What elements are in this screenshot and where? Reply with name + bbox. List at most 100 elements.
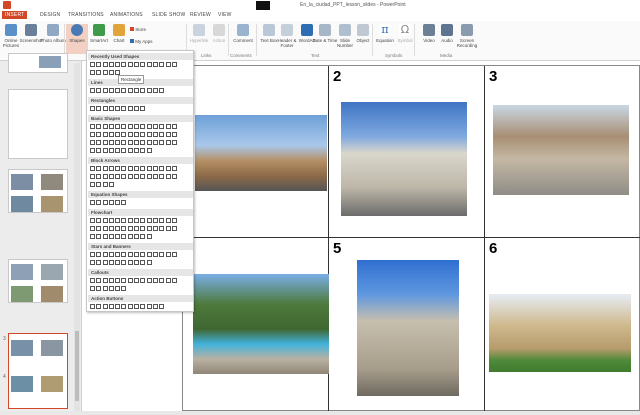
shape-row[interactable] [90, 148, 192, 155]
slide-thumbnail[interactable] [8, 53, 68, 73]
section-rectangles: Rectangles [88, 97, 193, 104]
group-separator [228, 24, 229, 56]
thumbnail-photo [11, 340, 33, 356]
store-icon [130, 27, 134, 31]
thumbnail-photo [41, 174, 63, 190]
object-button[interactable]: Object [352, 24, 374, 54]
text-box-icon [263, 24, 275, 36]
shape-row[interactable] [90, 252, 192, 259]
date-time-icon [319, 24, 331, 36]
thumbnail-photo [41, 264, 63, 280]
slide-thumbnail-panel[interactable]: 3 4 [0, 53, 82, 415]
thumbnail-photo [41, 196, 63, 212]
photo-church-tower[interactable] [357, 260, 459, 396]
action-button[interactable]: Action [208, 24, 230, 54]
speaker-icon [441, 24, 453, 36]
thumbnail-photo [41, 376, 63, 392]
my-apps-icon [130, 39, 134, 43]
cell-number: 3 [489, 68, 498, 85]
shape-row[interactable] [90, 260, 192, 267]
shape-row[interactable] [90, 218, 192, 225]
slide-cell: 2 [329, 66, 485, 238]
object-icon [357, 24, 369, 36]
group-label-media: Media [440, 53, 453, 58]
wordart-icon [301, 24, 313, 36]
slide-thumbnail[interactable] [8, 259, 68, 303]
slide-cell: 6 [485, 238, 640, 412]
photo-market-square[interactable] [493, 105, 629, 195]
shape-row[interactable] [90, 234, 192, 241]
symbol-button[interactable]: Ω Symbol [394, 24, 416, 54]
comment-icon [237, 24, 249, 36]
tab-review[interactable]: REVIEW [190, 12, 211, 18]
slide-cell: 5 [329, 238, 485, 412]
group-separator [414, 24, 415, 56]
thumbnail-photo [11, 174, 33, 190]
tab-design[interactable]: DESIGN [40, 12, 60, 18]
comment-button[interactable]: Comment [232, 24, 254, 54]
quick-access-toolbar[interactable] [256, 1, 270, 10]
slide-canvas[interactable]: 2 3 4 5 6 [182, 65, 640, 412]
slide-number-label: 3 [3, 336, 6, 342]
section-equation-shapes: Equation Shapes [88, 191, 193, 198]
slide-cell [183, 66, 329, 238]
shape-row[interactable] [90, 226, 192, 233]
screen-recording-button[interactable]: Screen Recording [456, 24, 478, 54]
panel-scroll-thumb[interactable] [75, 331, 79, 401]
shape-row[interactable] [90, 106, 192, 113]
shape-row[interactable] [90, 140, 192, 147]
slide-thumbnail[interactable] [8, 89, 68, 159]
photo-swimming-pool[interactable] [193, 274, 329, 374]
shape-row[interactable] [90, 166, 192, 173]
section-action-buttons: Action Buttons [88, 295, 193, 302]
store-button[interactable]: Store [130, 27, 146, 32]
cell-number: 2 [333, 68, 342, 85]
thumbnail-photo [11, 376, 33, 392]
slide-thumbnail-selected[interactable]: 3 4 [3, 333, 68, 409]
cell-number: 5 [333, 240, 342, 257]
group-label-links: Links [201, 53, 212, 58]
ribbon-tabs: INSERT DESIGN TRANSITIONS ANIMATIONS SLI… [0, 11, 640, 21]
thumbnail-photo [11, 264, 33, 280]
shape-row[interactable] [90, 132, 192, 139]
powerpoint-app-icon [3, 1, 11, 9]
hyperlink-icon [193, 24, 205, 36]
my-apps-button[interactable]: My Apps [130, 39, 153, 44]
tab-view[interactable]: VIEW [218, 12, 232, 18]
slide-cell: 4 [183, 238, 329, 412]
photo-album-button[interactable]: Photo Album [40, 24, 66, 54]
shape-row[interactable] [90, 88, 192, 95]
shape-row[interactable] [90, 304, 192, 311]
section-flowchart: Flowchart [88, 209, 193, 216]
status-bar [0, 411, 640, 415]
shape-row[interactable] [90, 200, 192, 207]
section-basic-shapes: Basic Shapes [88, 115, 193, 122]
slide-number-label: 4 [3, 374, 6, 380]
shape-row[interactable] [90, 182, 192, 189]
tab-animations[interactable]: ANIMATIONS [110, 12, 143, 18]
shapes-button[interactable]: Shapes [66, 24, 88, 54]
photo-modern-building[interactable] [195, 115, 327, 191]
chart-icon [113, 24, 125, 36]
action-icon [213, 24, 225, 36]
photo-gothic-college[interactable] [489, 294, 631, 372]
shape-row[interactable] [90, 62, 192, 69]
slide-thumbnail[interactable] [8, 169, 68, 213]
screenshot-icon [25, 24, 37, 36]
pi-icon: π [379, 24, 391, 36]
section-callouts: Callouts [88, 269, 193, 276]
shapes-gallery-dropdown[interactable]: Recently Used Shapes Lines Rectangles Ba… [86, 50, 194, 312]
shape-row[interactable] [90, 174, 192, 181]
window-title: En_la_ciudad_PPT_lesson_slides - PowerPo… [300, 2, 406, 8]
shape-row[interactable] [90, 278, 192, 285]
shape-row[interactable] [90, 124, 192, 131]
group-label-comments: Comments [230, 53, 252, 58]
video-icon [423, 24, 435, 36]
slide-cell: 3 [485, 66, 640, 238]
tab-slide-show[interactable]: SLIDE SHOW [152, 12, 185, 18]
screenshot-button[interactable]: Screenshot [20, 24, 42, 54]
tab-transitions[interactable]: TRANSITIONS [68, 12, 104, 18]
photo-classical-building[interactable] [341, 102, 467, 216]
tab-insert[interactable]: INSERT [2, 11, 28, 19]
shape-row[interactable] [90, 286, 192, 293]
